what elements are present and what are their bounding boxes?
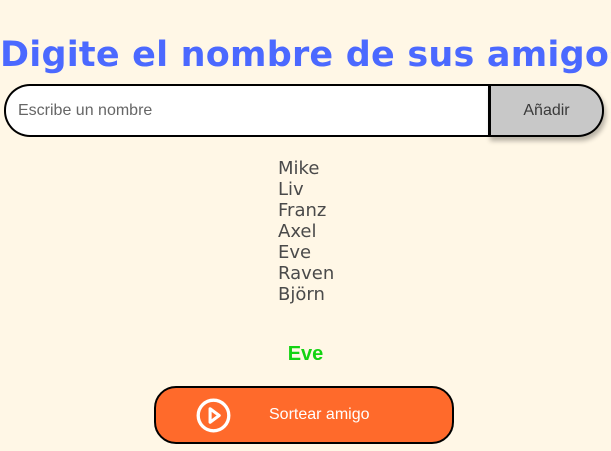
friend-list-item: Raven (278, 263, 335, 284)
friend-name-input[interactable] (4, 84, 488, 137)
draw-button-label: Sortear amigo (269, 406, 370, 423)
friend-list-item: Axel (278, 221, 317, 242)
play-circle-icon (196, 398, 231, 433)
selected-friend-result: Eve (287, 343, 324, 365)
friend-list-item: Björn (278, 284, 325, 305)
add-friend-form: Añadir (4, 84, 604, 137)
friend-list-item: Franz (278, 200, 327, 221)
friend-list-item: Mike (278, 158, 320, 179)
friends-list: Mike Liv Franz Axel Eve Raven Björn (278, 158, 334, 305)
draw-friend-button[interactable]: Sortear amigo (154, 386, 454, 444)
add-button[interactable]: Añadir (488, 84, 604, 137)
page: Digite el nombre de sus amigos Añadir Mi… (0, 0, 611, 451)
page-title: Digite el nombre de sus amigos (0, 35, 611, 76)
friend-list-item: Eve (278, 242, 312, 263)
friend-list-item: Liv (278, 179, 304, 200)
